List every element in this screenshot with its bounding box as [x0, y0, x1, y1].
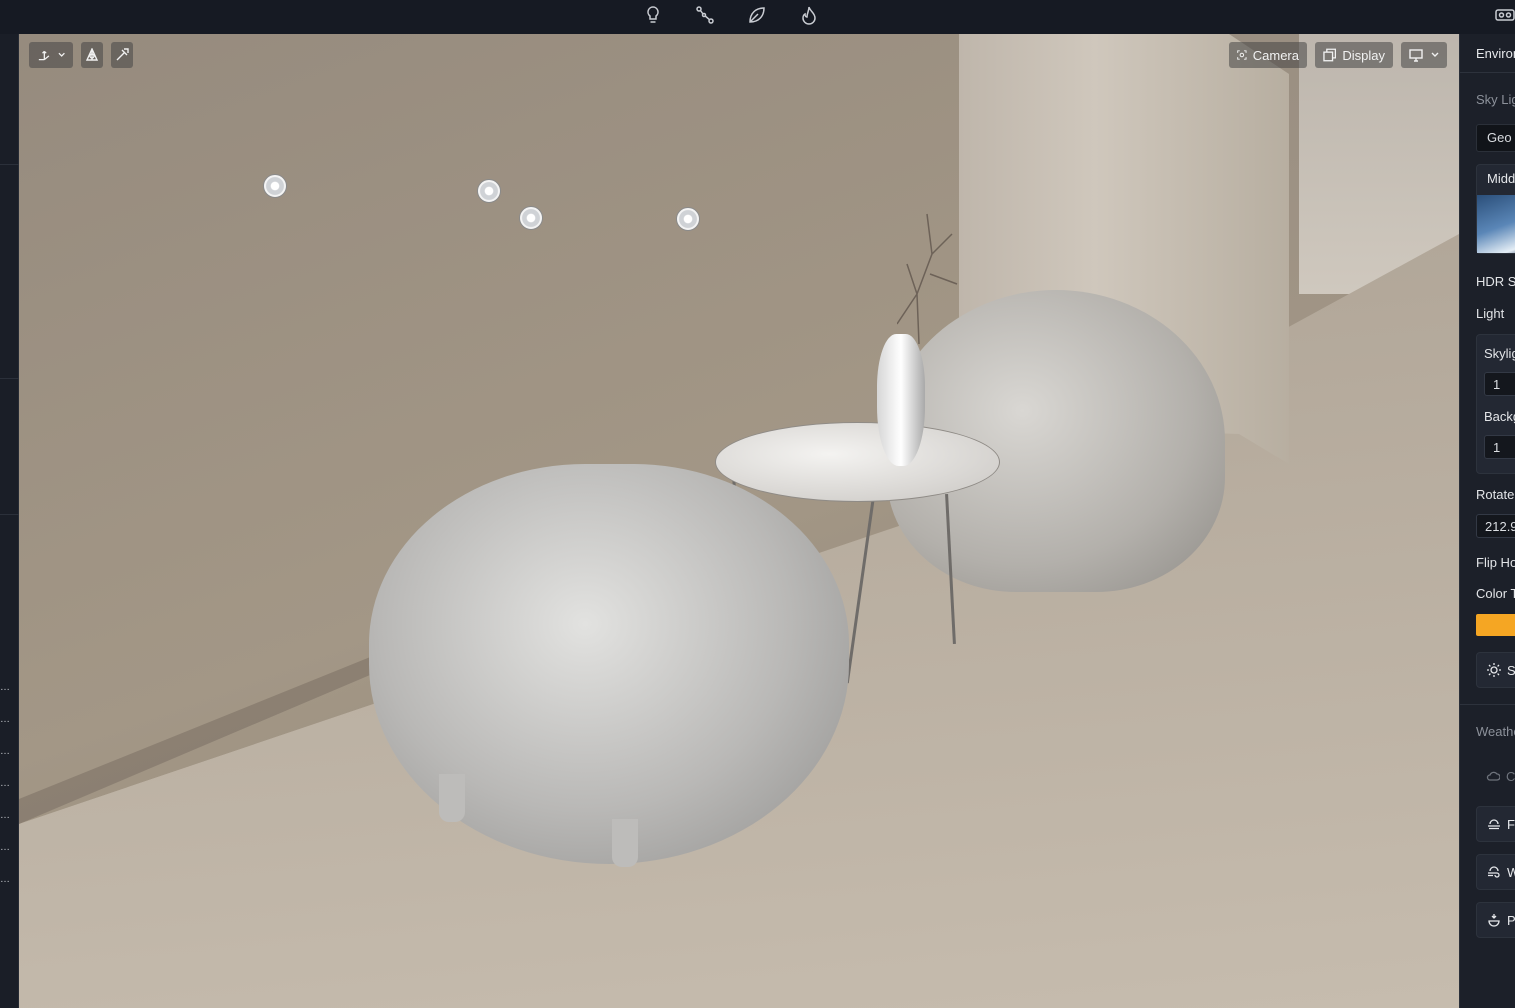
environment-panel: Environment Sky Light Geo Midday HDR Sky…	[1459, 34, 1515, 1008]
weather-precipitation-label: Precipitation	[1507, 912, 1515, 928]
weather-wind-row[interactable]: Wind	[1476, 854, 1515, 890]
weather-clear-label: Clear	[1506, 768, 1515, 784]
color-temp-swatch[interactable]	[1476, 614, 1515, 636]
divider	[0, 164, 19, 165]
camera-label: Camera	[1252, 47, 1299, 63]
sky-preset-card[interactable]: Midday	[1476, 164, 1515, 254]
chevron-down-icon	[58, 52, 65, 57]
rotate-input[interactable]: 212.9	[1476, 514, 1515, 538]
fog-icon	[1488, 819, 1500, 830]
spot-light-gizmo[interactable]	[519, 206, 543, 230]
left-sidebar-strip: … … … … … … …	[0, 34, 19, 1008]
side-table[interactable]	[715, 422, 1000, 502]
transform-dropdown-icon	[38, 50, 50, 61]
divider	[1460, 704, 1515, 705]
branch-decor	[897, 213, 958, 344]
top-toolbar	[0, 0, 1515, 34]
transform-dropdown[interactable]	[29, 42, 73, 68]
snap-button[interactable]	[111, 42, 133, 68]
vase[interactable]	[877, 334, 925, 466]
list-item-more[interactable]: …	[0, 811, 10, 821]
sky-light-label: Sky Light	[1476, 92, 1515, 107]
divider	[0, 514, 19, 515]
list-item-more[interactable]: …	[0, 843, 10, 853]
skylight-label: Skylight	[1484, 346, 1515, 361]
chair-leg	[439, 774, 465, 822]
cloud-icon	[1486, 771, 1500, 781]
color-temp-label: Color Temperature	[1476, 586, 1515, 601]
sun-label: Sun	[1507, 662, 1515, 678]
viewport-left-tools	[29, 42, 133, 68]
list-item-more[interactable]: …	[0, 715, 10, 725]
3d-viewport[interactable]: Camera Display	[19, 34, 1459, 1008]
camera-button[interactable]: Camera	[1229, 42, 1307, 68]
leaf-icon[interactable]	[744, 4, 770, 26]
display-icon	[1323, 48, 1337, 62]
pivot-icon	[85, 48, 99, 61]
lightbulb-icon[interactable]	[640, 4, 666, 26]
weather-label: Weather	[1476, 724, 1515, 739]
wind-icon	[1488, 866, 1500, 878]
hdr-sky-label: HDR Sky	[1476, 274, 1515, 289]
pivot-button[interactable]	[81, 42, 103, 68]
list-item-more[interactable]: …	[0, 747, 10, 757]
display-label: Display	[1342, 47, 1385, 63]
viewport-layout-icon	[1409, 49, 1423, 62]
chevron-down-icon	[1431, 52, 1439, 57]
spot-light-gizmo[interactable]	[263, 174, 287, 198]
snap-icon	[116, 48, 129, 61]
sun-icon	[1487, 663, 1501, 677]
rotate-label: Rotate	[1476, 487, 1515, 502]
background-input[interactable]: 1	[1484, 435, 1515, 459]
flip-label: Flip Horizontal	[1476, 555, 1515, 570]
divider	[1460, 72, 1515, 73]
background-label: Background	[1484, 409, 1515, 424]
sun-row[interactable]: Sun	[1476, 652, 1515, 688]
viewport-layout-dropdown[interactable]	[1401, 42, 1447, 68]
geo-tab[interactable]: Geo	[1476, 124, 1515, 152]
light-label: Light	[1476, 306, 1505, 321]
weather-wind-label: Wind	[1507, 865, 1515, 880]
precipitation-icon	[1488, 914, 1500, 927]
skylight-input[interactable]: 1	[1484, 372, 1515, 396]
display-button[interactable]: Display	[1315, 42, 1393, 68]
midday-label: Midday	[1487, 171, 1515, 186]
list-item-more[interactable]: …	[0, 779, 10, 789]
list-item-more[interactable]: …	[0, 875, 10, 885]
weather-fog-label: Fog	[1507, 816, 1515, 832]
sky-thumbnail	[1477, 195, 1515, 253]
chair-leg	[612, 819, 638, 867]
list-item-more[interactable]: …	[0, 683, 10, 693]
weather-fog-row[interactable]: Fog	[1476, 806, 1515, 842]
spot-light-gizmo[interactable]	[676, 207, 700, 231]
path-nodes-icon[interactable]	[692, 4, 718, 26]
weather-precipitation-row[interactable]: Precipitation	[1476, 902, 1515, 938]
viewport-right-tools: Camera Display	[1229, 42, 1447, 68]
divider	[0, 378, 19, 379]
spot-light-gizmo[interactable]	[477, 179, 501, 203]
flame-icon[interactable]	[796, 4, 822, 26]
panel-title: Environment	[1476, 46, 1515, 61]
weather-clear-row[interactable]: Clear	[1476, 758, 1515, 794]
vr-headset-icon[interactable]	[1492, 4, 1515, 26]
camera-icon	[1237, 50, 1247, 60]
